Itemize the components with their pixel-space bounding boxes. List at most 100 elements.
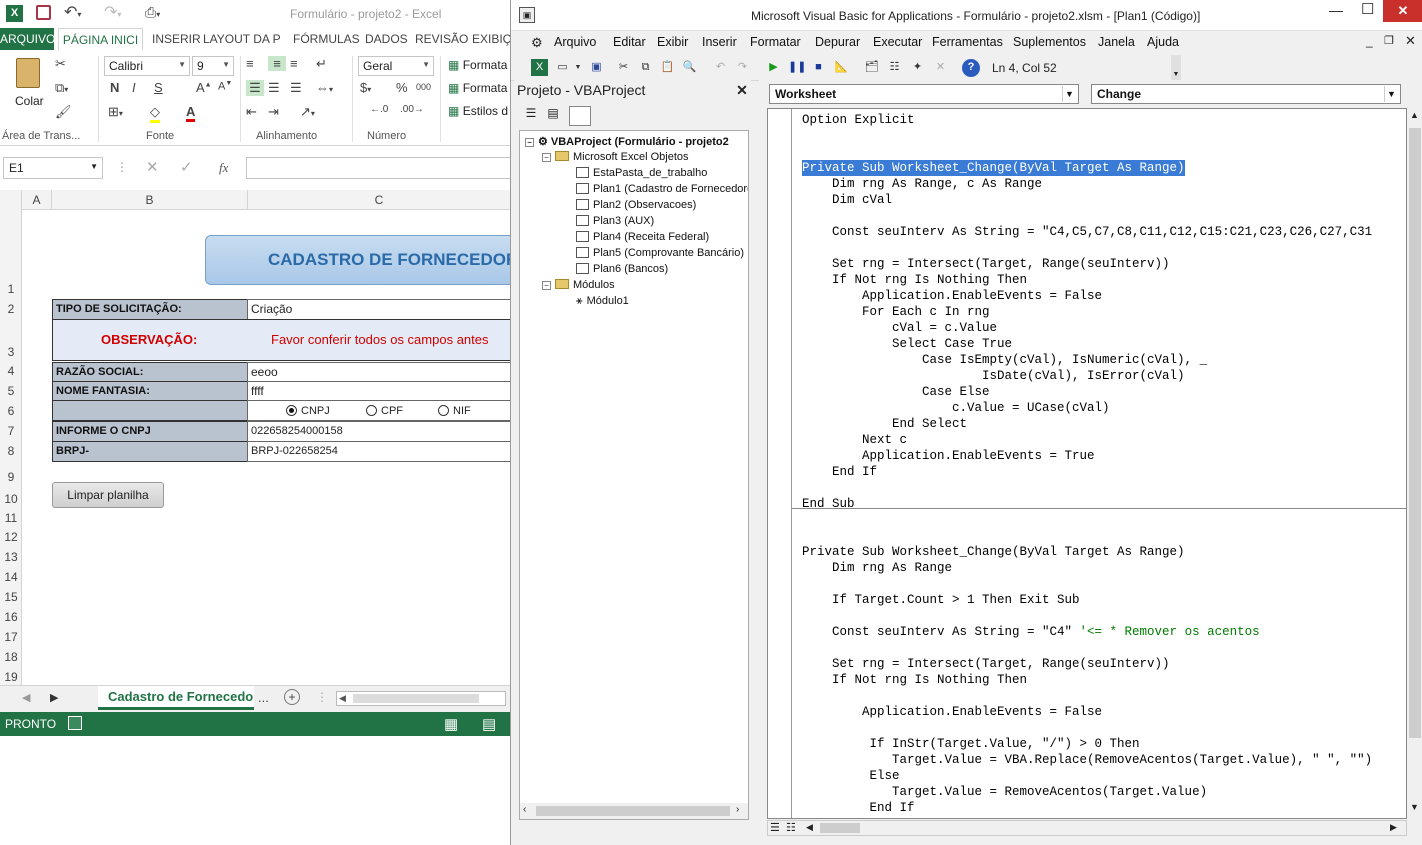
increase-decimal-icon[interactable]: ←.0 [370, 104, 388, 115]
row-header[interactable]: 8 [0, 444, 22, 458]
row-header[interactable]: 3 [0, 345, 22, 359]
tree-excel-objects[interactable]: − Microsoft Excel Objetos [542, 151, 689, 163]
column-header-b[interactable]: B [52, 190, 248, 210]
collapse-icon[interactable]: − [542, 153, 551, 162]
help-icon[interactable]: ? [962, 59, 980, 77]
pause-icon[interactable]: ❚❚ [788, 59, 806, 76]
tree-item-module1[interactable]: ⚹ Módulo1 [576, 295, 629, 308]
column-header-c[interactable]: C [248, 190, 510, 210]
full-module-view-icon[interactable]: ☷ [786, 821, 796, 834]
row-header[interactable]: 6 [0, 404, 22, 418]
view-object-icon[interactable]: ▤ [544, 106, 562, 124]
name-box[interactable]: E1 ▼ [3, 157, 103, 179]
view-code-icon[interactable]: ☰ [522, 106, 540, 124]
menu-formatar[interactable]: Formatar [750, 35, 801, 49]
stop-icon[interactable]: ■ [810, 59, 827, 76]
tab-formulas[interactable]: FÓRMULAS [293, 32, 360, 46]
toggle-folders-icon[interactable] [569, 106, 591, 126]
tree-vbaproject[interactable]: − ⚙ VBAProject (Formulário - projeto2 [525, 135, 729, 148]
code-editor[interactable]: Option Explicit Private Sub Worksheet_Cha… [767, 108, 1407, 819]
macro-record-icon[interactable] [68, 716, 82, 730]
row-header[interactable]: 9 [0, 470, 22, 484]
scroll-down-icon[interactable]: ▼ [1410, 802, 1419, 812]
align-middle-icon[interactable]: ≡ [268, 56, 286, 71]
increase-indent-icon[interactable]: ⇥ [268, 104, 279, 120]
scroll-up-icon[interactable]: ▲ [1410, 110, 1419, 120]
tree-horizontal-scrollbar[interactable]: ‹ › [520, 803, 748, 819]
align-top-icon[interactable]: ≡ [246, 56, 254, 71]
cell-nome-fantasia[interactable]: ffff [247, 381, 510, 401]
row-header[interactable]: 12 [0, 530, 22, 544]
row-header[interactable]: 18 [0, 650, 22, 664]
tab-layout[interactable]: LAYOUT DA P [203, 32, 281, 46]
scroll-left-icon[interactable]: ◀ [806, 822, 813, 833]
save-icon[interactable]: ▣ [588, 59, 605, 76]
object-browser-icon[interactable]: ✦ [909, 59, 926, 76]
bold-button[interactable]: N [110, 80, 119, 95]
select-all-corner[interactable] [0, 190, 22, 210]
wrap-text-icon[interactable]: ↵ [316, 56, 327, 72]
enter-icon[interactable]: ✓ [180, 158, 193, 176]
paste-button[interactable]: Colar [8, 56, 50, 112]
align-left-icon[interactable]: ☰ [246, 80, 264, 96]
child-restore-icon[interactable]: ❐ [1384, 34, 1394, 47]
insert-userform-icon[interactable]: ▭ [554, 59, 571, 76]
format-as-table-button[interactable]: ▦ Formata [448, 81, 507, 95]
paste-icon[interactable]: 📋 [659, 59, 676, 76]
next-sheet-icon[interactable]: ▶ [50, 691, 58, 704]
scroll-left-icon[interactable]: ‹ [523, 804, 526, 815]
align-center-icon[interactable]: ☰ [268, 80, 280, 96]
orientation-icon[interactable]: ↗▾ [300, 104, 315, 120]
scroll-left-icon[interactable]: ◀ [339, 693, 346, 704]
tab-revisao[interactable]: REVISÃO [415, 32, 468, 46]
tree-item-plan5[interactable]: Plan5 (Comprovante Bancário) [576, 247, 744, 259]
add-sheet-icon[interactable]: + [284, 689, 300, 705]
scroll-thumb[interactable] [1409, 128, 1421, 738]
menu-arquivo[interactable]: Arquivo [554, 35, 596, 49]
tab-exibicao[interactable]: EXIBIÇÃ [472, 32, 510, 46]
font-color-icon[interactable]: A [186, 104, 196, 122]
cut-icon[interactable]: ✂ [55, 56, 66, 72]
row-header[interactable]: 14 [0, 570, 22, 584]
view-excel-icon[interactable]: X [531, 59, 548, 76]
menu-inserir[interactable]: Inserir [702, 35, 737, 49]
grow-font-icon[interactable]: A▲ [196, 80, 212, 95]
merge-center-icon[interactable]: ⇔▾ [316, 80, 333, 95]
menu-exibir[interactable]: Exibir [657, 35, 688, 49]
menu-executar[interactable]: Executar [873, 35, 922, 49]
scroll-thumb[interactable] [820, 823, 860, 833]
design-mode-icon[interactable]: 📐 [833, 59, 850, 76]
radio-nif[interactable]: NIF [438, 405, 471, 417]
procedure-view-icon[interactable]: ☰ [770, 821, 780, 834]
horizontal-scrollbar[interactable]: ◀ [336, 691, 506, 706]
undo-icon[interactable]: ↶▾ [64, 2, 81, 22]
close-panel-icon[interactable]: ✕ [734, 82, 750, 98]
normal-view-icon[interactable]: ▦ [444, 715, 458, 733]
sheet-tab-cadastro[interactable]: Cadastro de Fornecedo [98, 686, 254, 710]
tree-item-plan6[interactable]: Plan6 (Bancos) [576, 263, 668, 275]
scroll-right-icon[interactable]: › [736, 804, 739, 815]
cell-tipo-solicitacao[interactable]: Criação [247, 299, 510, 320]
fill-color-icon[interactable]: ◇ [150, 104, 160, 123]
column-header-a[interactable]: A [22, 190, 52, 210]
row-header[interactable]: 15 [0, 590, 22, 604]
tree-item-plan3[interactable]: Plan3 (AUX) [576, 215, 654, 227]
copy-icon[interactable]: ⧉ [637, 59, 654, 76]
more-sheets-button[interactable]: ... [258, 690, 269, 705]
scroll-right-icon[interactable]: ▶ [1390, 822, 1397, 833]
shrink-font-icon[interactable]: A▼ [218, 80, 232, 93]
find-icon[interactable]: 🔍 [681, 59, 698, 76]
cut-icon[interactable]: ✂ [615, 59, 632, 76]
thousands-button[interactable]: 000 [416, 82, 431, 92]
cell-razao-social[interactable]: eeoo [247, 362, 510, 382]
row-header[interactable]: 16 [0, 610, 22, 624]
row-header[interactable]: 17 [0, 630, 22, 644]
align-bottom-icon[interactable]: ≡ [290, 56, 298, 71]
font-size-select[interactable]: 9 ▼ [192, 56, 234, 76]
tab-dados[interactable]: DADOS [365, 32, 408, 46]
cell-brpj[interactable]: BRPJ-022658254 [247, 441, 510, 462]
project-explorer-icon[interactable]: 🗂 [863, 59, 880, 76]
child-minimize-icon[interactable]: _ [1366, 34, 1373, 48]
toolbar-options-icon[interactable]: ▼ [1171, 55, 1181, 81]
minimize-icon[interactable]: — [1329, 2, 1343, 18]
